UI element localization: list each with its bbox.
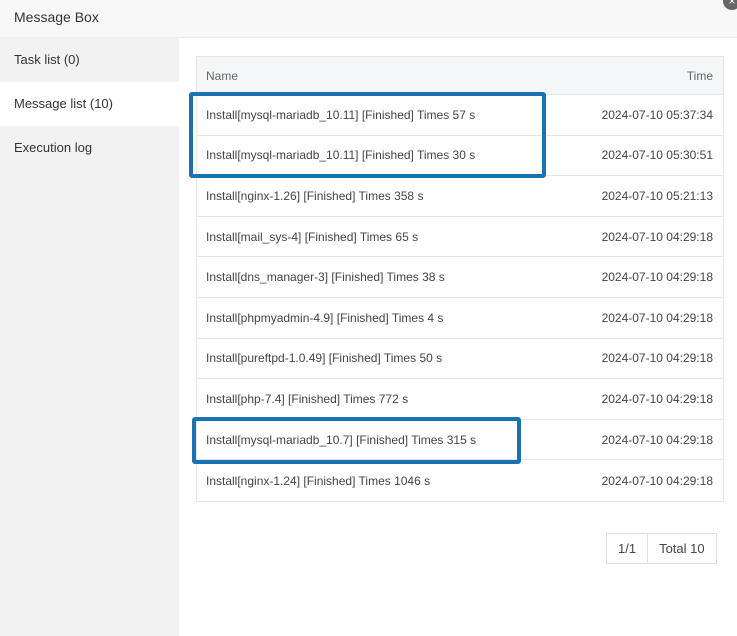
table-row: Install[nginx-1.24] [Finished] Times 104…	[197, 460, 723, 501]
row-time: 2024-07-10 05:30:51	[601, 148, 713, 163]
row-time: 2024-07-10 05:21:13	[601, 188, 713, 203]
column-header-time: Time	[686, 68, 713, 83]
pagination: 1/1 Total 10	[606, 533, 717, 564]
row-time: 2024-07-10 04:29:18	[601, 473, 713, 488]
row-name: Install[mail_sys-4] [Finished] Times 65 …	[206, 229, 419, 244]
table-row: Install[mail_sys-4] [Finished] Times 65 …	[197, 217, 723, 258]
row-name: Install[pureftpd-1.0.49] [Finished] Time…	[206, 351, 443, 366]
sidebar: Task list (0) Message list (10) Executio…	[0, 38, 179, 636]
title-bar: Message Box	[0, 0, 737, 38]
sidebar-item-task-list[interactable]: Task list (0)	[0, 38, 179, 82]
sidebar-item-message-list[interactable]: Message list (10)	[0, 82, 179, 126]
highlight-box-top	[189, 92, 546, 178]
column-header-name: Name	[206, 68, 239, 83]
table-header: Name Time	[197, 57, 723, 95]
table-row: Install[pureftpd-1.0.49] [Finished] Time…	[197, 339, 723, 380]
row-time: 2024-07-10 04:29:18	[601, 351, 713, 366]
table-row: Install[php-7.4] [Finished] Times 772 s …	[197, 379, 723, 420]
row-time: 2024-07-10 04:29:18	[601, 270, 713, 285]
window-title: Message Box	[14, 9, 99, 25]
row-name: Install[dns_manager-3] [Finished] Times …	[206, 270, 445, 285]
sidebar-item-execution-log[interactable]: Execution log	[0, 126, 179, 170]
highlight-box-bottom	[192, 417, 521, 464]
row-name: Install[phpmyadmin-4.9] [Finished] Times…	[206, 310, 444, 325]
row-name: Install[nginx-1.24] [Finished] Times 104…	[206, 473, 431, 488]
total-count: Total 10	[659, 541, 705, 556]
table-row: Install[nginx-1.26] [Finished] Times 358…	[197, 176, 723, 217]
page-indicator[interactable]: 1/1	[607, 534, 649, 563]
row-time: 2024-07-10 04:29:18	[601, 391, 713, 406]
table-row: Install[dns_manager-3] [Finished] Times …	[197, 257, 723, 298]
row-time: 2024-07-10 04:29:18	[601, 310, 713, 325]
table-row: Install[phpmyadmin-4.9] [Finished] Times…	[197, 298, 723, 339]
row-time: 2024-07-10 04:29:18	[601, 432, 713, 447]
row-time: 2024-07-10 04:29:18	[601, 229, 713, 244]
row-name: Install[php-7.4] [Finished] Times 772 s	[206, 391, 409, 406]
row-name: Install[nginx-1.26] [Finished] Times 358…	[206, 188, 424, 203]
row-time: 2024-07-10 05:37:34	[601, 107, 713, 122]
